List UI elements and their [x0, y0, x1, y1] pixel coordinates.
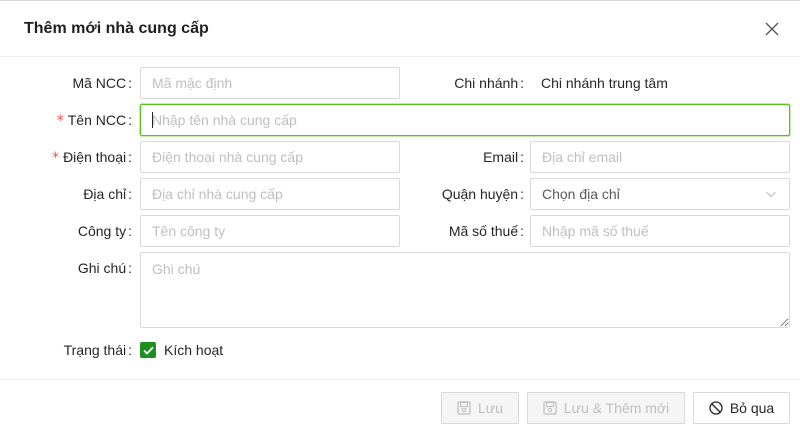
add-supplier-dialog: Thêm mới nhà cung cấp Mã NCC: Chi nhánh:… — [0, 0, 800, 431]
stop-circle-icon — [709, 401, 723, 415]
company-label: Công ty: — [77, 223, 132, 239]
required-mark: * — [56, 113, 64, 129]
note-textarea[interactable] — [140, 252, 790, 328]
email-input[interactable] — [530, 141, 790, 173]
phone-label: * Điện thoại: — [52, 149, 132, 166]
floppy-disk-icon — [457, 401, 471, 415]
active-checkbox[interactable] — [140, 342, 156, 358]
cancel-button[interactable]: Bỏ qua — [693, 392, 790, 424]
close-icon — [765, 22, 779, 36]
branch-value: Chi nhánh trung tâm — [541, 75, 668, 91]
district-select[interactable]: Chọn địa chỉ — [530, 178, 790, 210]
active-checkbox-label[interactable]: Kích hoạt — [164, 342, 223, 358]
district-label: Quận huyện: — [441, 186, 524, 202]
tax-code-label: Mã số thuế: — [448, 223, 524, 239]
note-label: Ghi chú: — [77, 260, 132, 276]
branch-label: Chi nhánh: — [454, 75, 524, 91]
company-input[interactable] — [140, 215, 400, 247]
status-label: Trạng thái: — [63, 342, 132, 358]
email-label: Email: — [483, 149, 524, 165]
phone-input[interactable] — [140, 141, 400, 173]
dialog-header: Thêm mới nhà cung cấp — [0, 1, 800, 57]
supplier-name-label: * Tên NCC: — [56, 112, 132, 129]
dialog-title: Thêm mới nhà cung cấp — [24, 19, 209, 37]
text-cursor — [152, 112, 153, 128]
close-button[interactable] — [760, 17, 784, 41]
floppy-disk-icon — [543, 401, 557, 415]
address-label: Địa chỉ: — [83, 186, 132, 202]
required-mark: * — [52, 150, 60, 166]
tax-code-input[interactable] — [530, 215, 790, 247]
check-icon — [142, 346, 154, 355]
code-label: Mã NCC: — [72, 75, 132, 91]
dialog-footer: Lưu Lưu & Thêm mới Bỏ qua — [0, 379, 800, 432]
chevron-down-icon — [766, 191, 776, 198]
code-input[interactable] — [140, 67, 400, 99]
district-selected-value: Chọn địa chỉ — [542, 186, 620, 202]
supplier-name-input[interactable] — [140, 104, 790, 136]
address-input[interactable] — [140, 178, 400, 210]
save-button[interactable]: Lưu — [441, 392, 519, 424]
save-and-new-button[interactable]: Lưu & Thêm mới — [527, 392, 685, 424]
